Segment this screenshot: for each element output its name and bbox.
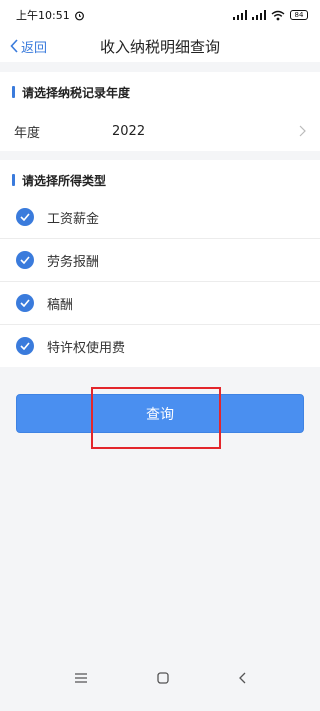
wifi-icon <box>271 10 285 20</box>
option-row-labor[interactable]: 劳务报酬 <box>0 239 320 281</box>
status-bar: 上午10:51 84 <box>0 0 320 30</box>
option-label: 工资薪金 <box>47 211 100 227</box>
system-nav-bar <box>0 645 320 711</box>
menu-icon[interactable] <box>74 673 88 683</box>
battery-icon: 84 <box>290 10 308 20</box>
checkmark-icon[interactable] <box>16 208 34 226</box>
back-label: 返回 <box>21 40 48 56</box>
signal-icon-2 <box>252 10 266 20</box>
page-title: 收入纳税明细查询 <box>99 37 220 56</box>
section-accent-bar <box>12 86 15 98</box>
type-section-heading: 请选择所得类型 <box>0 160 320 200</box>
checkmark-icon[interactable] <box>16 337 34 355</box>
option-row-wages[interactable]: 工资薪金 <box>0 196 320 238</box>
status-left: 上午10:51 <box>16 7 85 23</box>
back-button[interactable]: 返回 <box>10 30 47 62</box>
home-icon[interactable] <box>157 672 169 684</box>
signal-icon <box>233 10 247 20</box>
option-row-license[interactable]: 特许权使用费 <box>0 325 320 367</box>
year-label: 年度 <box>14 125 41 141</box>
status-right: 84 <box>233 10 308 21</box>
option-label: 特许权使用费 <box>47 340 126 356</box>
type-section-title: 请选择所得类型 <box>22 173 107 188</box>
highlight-box <box>91 387 221 449</box>
year-value: 2022 <box>112 123 146 139</box>
checkmark-icon[interactable] <box>16 294 34 312</box>
chevron-left-icon <box>10 39 18 53</box>
alarm-icon <box>74 11 84 20</box>
year-selector-row[interactable]: 年度 2022 <box>0 111 320 151</box>
year-section-heading: 请选择纳税记录年度 <box>0 72 320 112</box>
option-row-royalty[interactable]: 稿酬 <box>0 282 320 324</box>
back-nav-icon[interactable] <box>238 672 246 684</box>
chevron-right-icon <box>299 125 306 137</box>
status-time: 上午10:51 <box>16 9 70 22</box>
section-accent-bar <box>12 174 15 186</box>
option-label: 劳务报酬 <box>47 254 100 270</box>
checkmark-icon[interactable] <box>16 251 34 269</box>
nav-bar: 返回 收入纳税明细查询 <box>0 30 320 62</box>
year-section-title: 请选择纳税记录年度 <box>22 85 131 100</box>
option-label: 稿酬 <box>47 297 74 313</box>
